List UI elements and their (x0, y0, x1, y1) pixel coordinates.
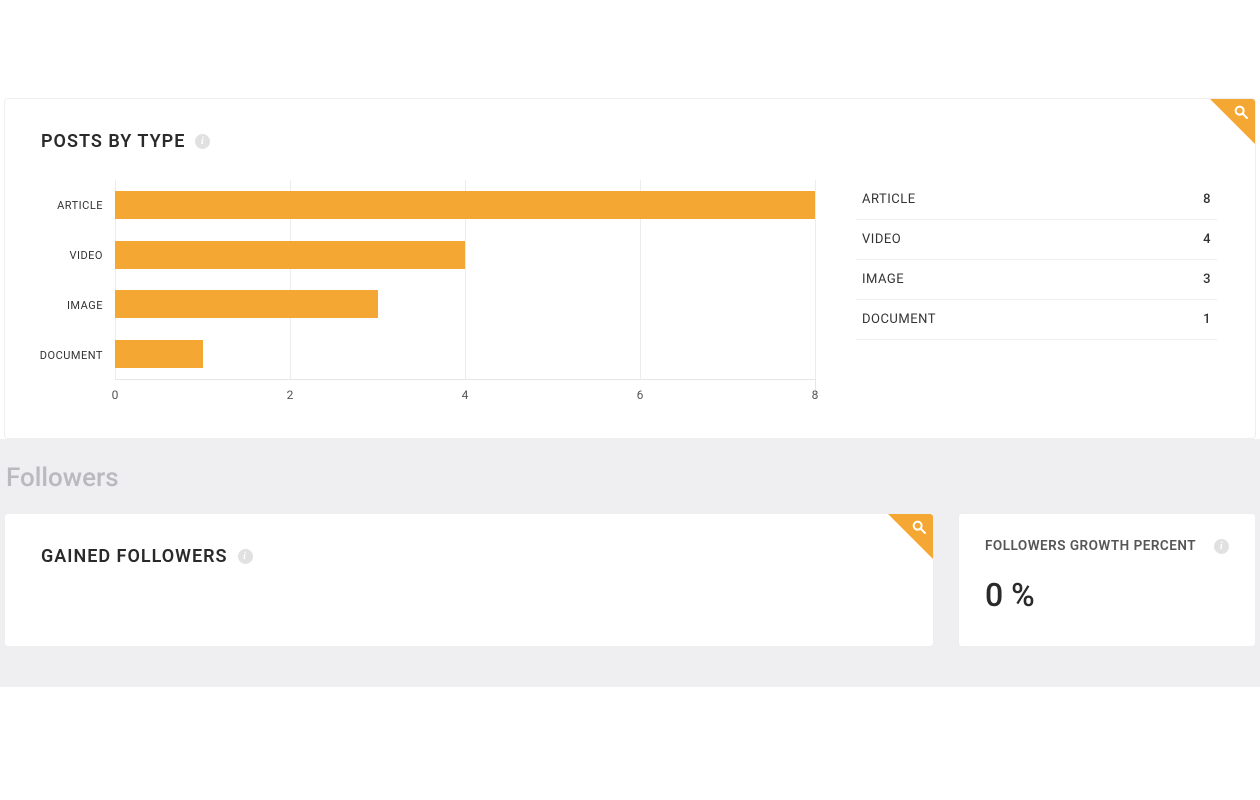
growth-value: 0 % (959, 554, 1255, 638)
chart-y-label: IMAGE (45, 280, 115, 330)
chart-y-label: VIDEO (45, 230, 115, 280)
chart-y-label: ARTICLE (45, 180, 115, 230)
chart-x-tick: 6 (637, 388, 644, 402)
followers-section: Followers GAINED FOLLOWERS i FOLLOWERS G… (0, 439, 1260, 687)
search-icon (1233, 104, 1249, 120)
card-expand-corner[interactable] (1210, 99, 1255, 144)
table-row: DOCUMENT 1 (856, 300, 1217, 340)
info-icon[interactable]: i (1214, 539, 1229, 554)
chart-x-tick: 0 (112, 388, 119, 402)
table-row-label: DOCUMENT (862, 312, 936, 327)
table-row-value: 8 (1203, 192, 1211, 207)
table-row: ARTICLE 8 (856, 180, 1217, 220)
chart-gridline (815, 180, 816, 379)
table-row-label: IMAGE (862, 272, 904, 287)
card-title-row: POSTS BY TYPE i (5, 99, 1255, 152)
chart-bar (115, 340, 203, 368)
chart-bar (115, 290, 378, 318)
info-icon[interactable]: i (238, 549, 253, 564)
table-row-label: VIDEO (862, 232, 901, 247)
table-row: IMAGE 3 (856, 260, 1217, 300)
chart-bar-slot (115, 280, 815, 330)
chart-bar-slot (115, 329, 815, 379)
posts-table: ARTICLE 8 VIDEO 4 IMAGE 3 DOCUMENT 1 (826, 180, 1227, 398)
chart-bar-slot (115, 230, 815, 280)
table-row-value: 3 (1203, 272, 1211, 287)
chart-bar (115, 191, 815, 219)
chart-x-tick: 4 (462, 388, 469, 402)
info-icon[interactable]: i (195, 134, 210, 149)
table-row-value: 1 (1203, 312, 1211, 327)
posts-chart: ARTICLEVIDEOIMAGEDOCUMENT 02468 (45, 180, 815, 398)
chart-x-tick: 8 (812, 388, 819, 402)
table-row-value: 4 (1203, 232, 1211, 247)
chart-bar-slot (115, 180, 815, 230)
card-title-row: GAINED FOLLOWERS i (5, 514, 933, 567)
table-row: VIDEO 4 (856, 220, 1217, 260)
card-title: FOLLOWERS GROWTH PERCENT (985, 538, 1196, 554)
followers-growth-card: FOLLOWERS GROWTH PERCENT i 0 % (958, 513, 1256, 647)
search-icon (911, 519, 927, 535)
gained-followers-card: GAINED FOLLOWERS i (4, 513, 934, 647)
card-title: POSTS BY TYPE (41, 131, 185, 152)
chart-x-tick: 2 (287, 388, 294, 402)
chart-bar (115, 241, 465, 269)
section-heading: Followers (4, 461, 1256, 513)
table-row-label: ARTICLE (862, 192, 916, 207)
chart-y-label: DOCUMENT (45, 330, 115, 380)
top-spacer (0, 0, 1260, 98)
card-title-row: FOLLOWERS GROWTH PERCENT i (959, 514, 1255, 554)
card-expand-corner[interactable] (888, 514, 933, 559)
posts-by-type-card: POSTS BY TYPE i ARTICLEVIDEOIMAGEDOCUMEN… (4, 98, 1256, 439)
card-title: GAINED FOLLOWERS (41, 546, 228, 567)
